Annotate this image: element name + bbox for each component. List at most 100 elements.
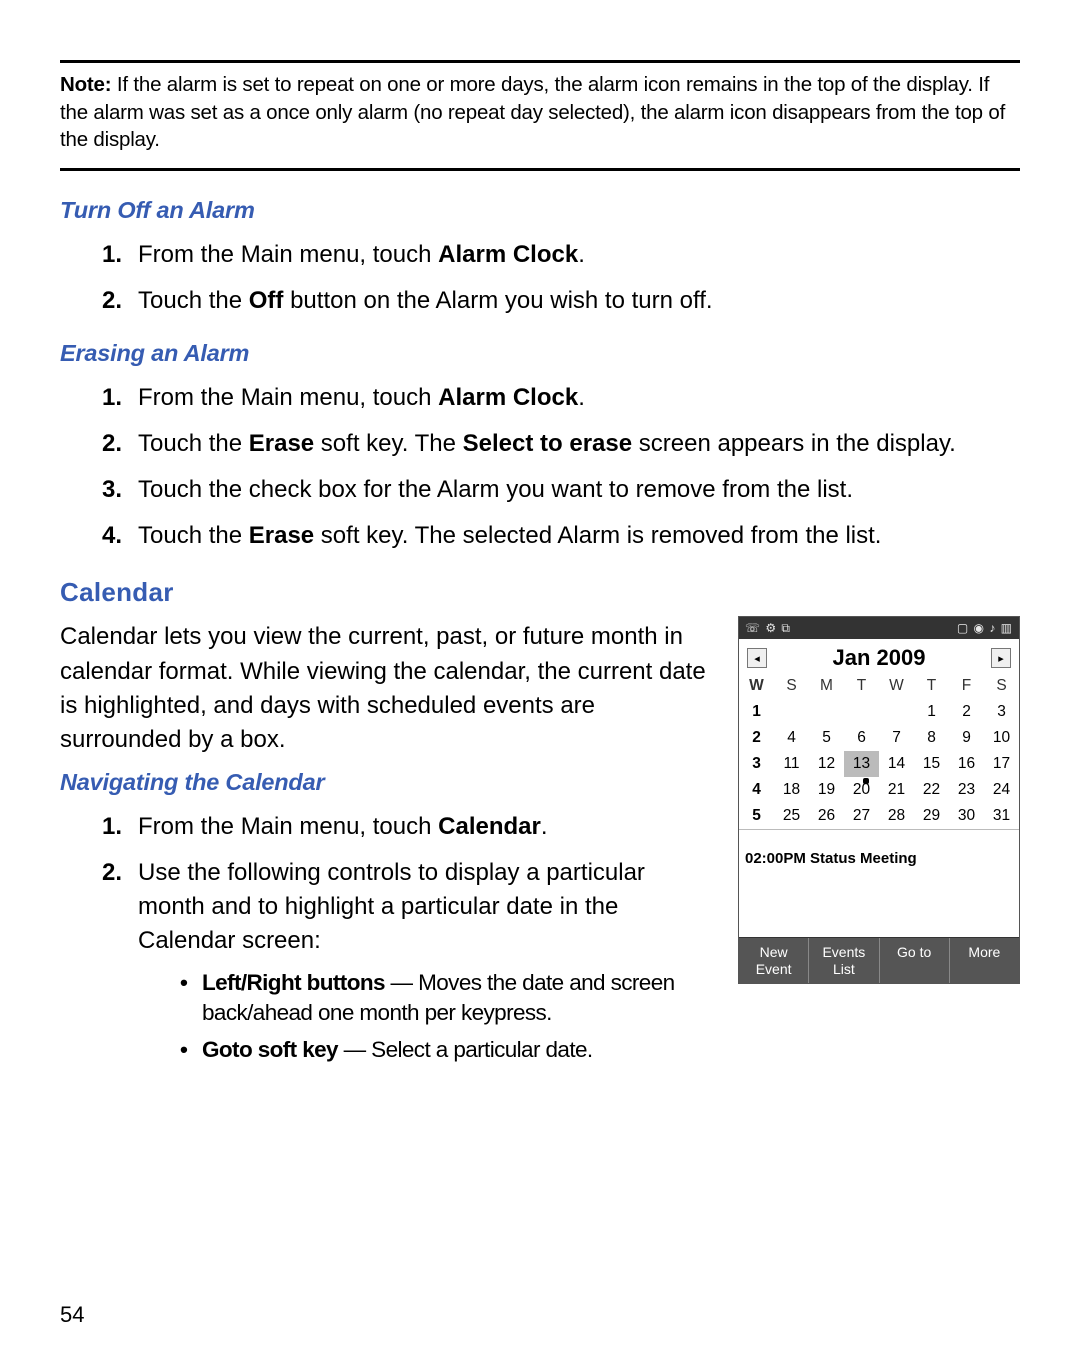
status-icons-right: ▢ ◉ ♪ ▥	[957, 621, 1013, 635]
calendar-header-cell: F	[949, 673, 984, 699]
month-title: Jan 2009	[833, 645, 926, 671]
step-text: button on the Alarm you wish to turn off…	[283, 287, 712, 314]
step-text: .	[578, 241, 585, 268]
calendar-header-cell: W	[739, 673, 774, 699]
heading-erasing-alarm: Erasing an Alarm	[60, 340, 1020, 367]
heading-turn-off-alarm: Turn Off an Alarm	[60, 197, 1020, 224]
step-text: soft key. The	[314, 430, 463, 457]
calendar-day-cell[interactable]: 10	[984, 725, 1019, 751]
step-bold: Select to erase	[463, 430, 632, 457]
step-text: From the Main menu, touch	[138, 241, 438, 268]
step-text: Touch the	[138, 522, 249, 549]
calendar-day-cell[interactable]: 14	[879, 751, 914, 777]
event-text: 02:00PM Status Meeting	[739, 829, 1019, 937]
calendar-day-cell[interactable]: 27	[844, 803, 879, 829]
calendar-day-cell[interactable]: 7	[879, 725, 914, 751]
calendar-day-cell[interactable]: 31	[984, 803, 1019, 829]
heading-calendar: Calendar	[60, 577, 1020, 608]
calendar-day-cell[interactable]: 17	[984, 751, 1019, 777]
soft-key-events-list[interactable]: EventsList	[809, 938, 879, 982]
steps-turn-off-alarm: 1. From the Main menu, touch Alarm Clock…	[102, 232, 1020, 324]
bullet-item: Left/Right buttons — Moves the date and …	[180, 964, 714, 1031]
step-item: 2. Touch the Erase soft key. The Select …	[102, 421, 1020, 467]
page-number: 54	[60, 1302, 84, 1328]
step-text: Touch the check box for the Alarm you wa…	[138, 476, 853, 503]
soft-key-more[interactable]: More	[950, 938, 1019, 982]
step-bold: Alarm Clock	[438, 384, 578, 411]
calendar-text-column: Calendar lets you view the current, past…	[60, 616, 714, 1091]
prev-month-button[interactable]: ◂	[747, 648, 767, 668]
calendar-day-cell[interactable]: 16	[949, 751, 984, 777]
next-month-button[interactable]: ▸	[991, 648, 1011, 668]
calendar-day-cell[interactable]: 13	[844, 751, 879, 777]
calendar-day-cell[interactable]: 21	[879, 777, 914, 803]
step-item: 2. Touch the Off button on the Alarm you…	[102, 278, 1020, 324]
calendar-day-cell[interactable]: 8	[914, 725, 949, 751]
step-bold: Erase	[249, 430, 314, 457]
calendar-week-number: 5	[739, 803, 774, 829]
step-text: From the Main menu, touch	[138, 813, 438, 840]
calendar-day-cell[interactable]: 9	[949, 725, 984, 751]
calendar-week-number: 3	[739, 751, 774, 777]
month-title-row: ◂ Jan 2009 ▸	[739, 639, 1019, 673]
step-item: 1. From the Main menu, touch Alarm Clock…	[102, 232, 1020, 278]
step-bold: Off	[249, 287, 284, 314]
step-text: Use the following controls to display a …	[138, 859, 645, 954]
calendar-day-cell[interactable]: 6	[844, 725, 879, 751]
step-bold: Erase	[249, 522, 314, 549]
calendar-row: 525262728293031	[739, 803, 1019, 829]
step-text: .	[578, 384, 585, 411]
calendar-header-cell: S	[774, 673, 809, 699]
calendar-paragraph: Calendar lets you view the current, past…	[60, 620, 714, 756]
calendar-week-number: 2	[739, 725, 774, 751]
bullet-item: Goto soft key — Select a particular date…	[180, 1031, 714, 1069]
calendar-week-number: 1	[739, 699, 774, 725]
calendar-day-cell[interactable]: 26	[809, 803, 844, 829]
calendar-day-cell[interactable]: 24	[984, 777, 1019, 803]
soft-key-goto[interactable]: Go to	[880, 938, 950, 982]
calendar-header-cell: T	[914, 673, 949, 699]
bullet-bold: Left/Right buttons	[202, 970, 385, 995]
calendar-day-cell[interactable]: 28	[879, 803, 914, 829]
soft-key-new-event[interactable]: NewEvent	[739, 938, 809, 982]
calendar-day-cell[interactable]: 3	[984, 699, 1019, 725]
calendar-row: Calendar lets you view the current, past…	[60, 616, 1020, 1091]
calendar-day-cell[interactable]: 29	[914, 803, 949, 829]
step-text: soft key. The selected Alarm is removed …	[314, 522, 881, 549]
calendar-day-cell[interactable]: 30	[949, 803, 984, 829]
calendar-day-cell[interactable]: 20	[844, 777, 879, 803]
note-text: If the alarm is set to repeat on one or …	[60, 73, 1005, 151]
step-text: Touch the	[138, 430, 249, 457]
calendar-row: 1123	[739, 699, 1019, 725]
calendar-header-cell: W	[879, 673, 914, 699]
calendar-day-cell[interactable]: 18	[774, 777, 809, 803]
note-label: Note:	[60, 73, 111, 96]
calendar-header-row: WSMTWTFS	[739, 673, 1019, 699]
step-text: screen appears in the display.	[632, 430, 956, 457]
calendar-day-cell[interactable]: 5	[809, 725, 844, 751]
calendar-header-cell: M	[809, 673, 844, 699]
calendar-day-cell[interactable]: 4	[774, 725, 809, 751]
soft-key-bar: NewEventEventsListGo toMore	[739, 937, 1019, 982]
calendar-day-cell[interactable]: 11	[774, 751, 809, 777]
calendar-row: 245678910	[739, 725, 1019, 751]
calendar-day-cell[interactable]: 12	[809, 751, 844, 777]
calendar-day-cell[interactable]: 2	[949, 699, 984, 725]
calendar-day-cell[interactable]: 22	[914, 777, 949, 803]
nav-bullets: Left/Right buttons — Moves the date and …	[180, 964, 714, 1069]
status-bar: ☏ ⚙ ⧉ ▢ ◉ ♪ ▥	[739, 617, 1019, 639]
calendar-day-cell[interactable]: 25	[774, 803, 809, 829]
status-icons-left: ☏ ⚙ ⧉	[745, 621, 791, 636]
calendar-header-cell: S	[984, 673, 1019, 699]
calendar-day-cell[interactable]: 19	[809, 777, 844, 803]
calendar-day-cell[interactable]: 15	[914, 751, 949, 777]
calendar-day-cell[interactable]: 1	[914, 699, 949, 725]
calendar-day-cell[interactable]: 23	[949, 777, 984, 803]
step-item: 4. Touch the Erase soft key. The selecte…	[102, 513, 1020, 559]
calendar-row: 311121314151617	[739, 751, 1019, 777]
step-bold: Alarm Clock	[438, 241, 578, 268]
calendar-week-number: 4	[739, 777, 774, 803]
heading-navigating-calendar: Navigating the Calendar	[60, 769, 714, 796]
step-item: 1. From the Main menu, touch Calendar.	[102, 804, 714, 850]
calendar-day-cell	[809, 699, 844, 725]
